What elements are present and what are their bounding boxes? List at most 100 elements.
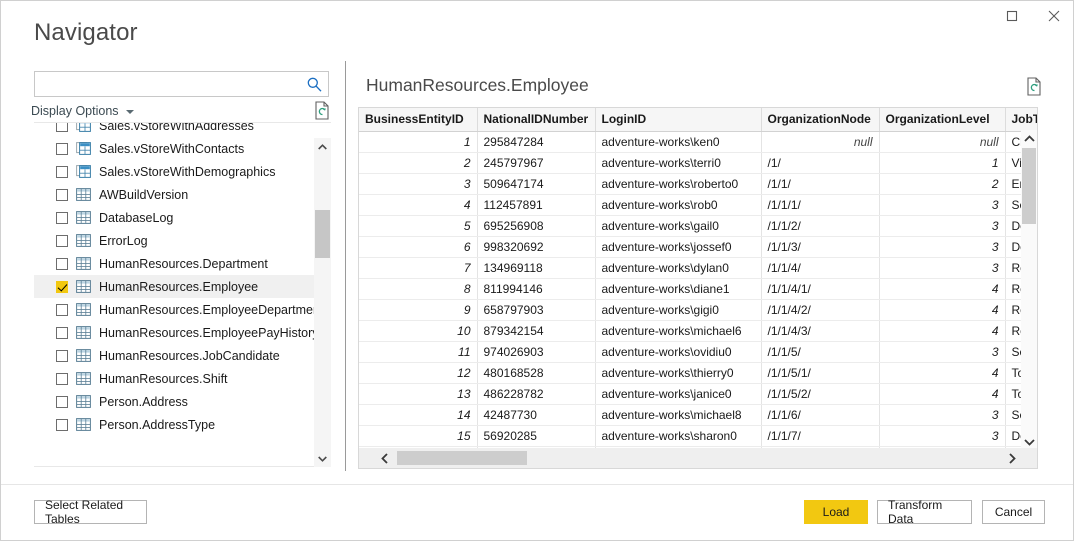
list-item[interactable]: HumanResources.EmployeePayHistory: [34, 321, 331, 344]
grid-scroll-thumb-vertical[interactable]: [1022, 148, 1036, 224]
checkbox-unchecked[interactable]: [56, 234, 68, 247]
grid-vertical-scrollbar[interactable]: [1021, 130, 1037, 450]
list-item[interactable]: DatabaseLog: [34, 206, 331, 229]
table-cell: null: [761, 131, 880, 153]
checkbox-unchecked[interactable]: [56, 211, 68, 224]
list-item[interactable]: Sales.vStoreWithContacts: [34, 137, 331, 160]
table-row[interactable]: 6 998320692 adventure-works\jossef0/1/1/3/…: [359, 236, 1037, 258]
table-row[interactable]: 4112457891adventure-works\rob0/1/1/1/3Se…: [359, 194, 1037, 216]
table-row[interactable]: 8 811994146 adventure-works\diane1/1/1/4/1…: [359, 278, 1037, 300]
table-cell: 7: [359, 257, 478, 279]
table-row[interactable]: 13 486228782 adventure-works\janice0/1/1/5…: [359, 383, 1037, 405]
search-input[interactable]: [35, 72, 303, 96]
table-row[interactable]: 5695256908adventure-works\gail0/1/1/2/3D…: [359, 215, 1037, 237]
list-item-label: ErrorLog: [99, 233, 148, 248]
table-row[interactable]: 10 879342154 adventure-works\michael6/1/1/…: [359, 320, 1037, 342]
table-row[interactable]: 3 509647174 adventure-works\roberto0/1/1/2…: [359, 173, 1037, 195]
list-item[interactable]: HumanResources.Employee: [34, 275, 331, 298]
list-item[interactable]: Person.AddressType: [34, 413, 331, 436]
table-row[interactable]: 7 134969118 adventure-works\dylan0/1/1/4/3…: [359, 257, 1037, 279]
table-cell: /1/1/4/2/: [761, 299, 880, 321]
table-cell: 13: [359, 383, 478, 405]
scroll-left-icon[interactable]: [373, 448, 395, 468]
table-row[interactable]: 11 974026903 adventure-works\ovidiu0/1/1/5…: [359, 341, 1037, 363]
table-icon: [76, 395, 91, 408]
checkbox-unchecked[interactable]: [56, 326, 68, 339]
search-icon[interactable]: [306, 76, 323, 93]
maximize-button[interactable]: [991, 1, 1033, 31]
table-icon: [76, 418, 91, 431]
list-item[interactable]: Person.Address: [34, 390, 331, 413]
checkbox-unchecked[interactable]: [56, 349, 68, 362]
table-list-inner: Sales.vStoreWithAddresses Sales.vStoreWit…: [34, 123, 331, 436]
list-vertical-scrollbar[interactable]: [314, 138, 331, 467]
refresh-document-icon[interactable]: [314, 101, 331, 120]
column-header[interactable]: OrganizationNode: [761, 108, 880, 132]
column-header[interactable]: JobTitle: [1005, 108, 1037, 132]
table-icon: [76, 326, 91, 339]
table-icon: [76, 188, 91, 201]
cancel-button[interactable]: Cancel: [982, 500, 1045, 524]
load-button[interactable]: Load: [804, 500, 868, 524]
grid-horizontal-scrollbar[interactable]: [359, 448, 1037, 468]
checkbox-unchecked[interactable]: [56, 188, 68, 201]
checkbox-unchecked[interactable]: [56, 165, 68, 178]
list-item[interactable]: HumanResources.JobCandidate: [34, 344, 331, 367]
table-cell: 3: [879, 425, 1006, 447]
table-row[interactable]: 15 56920285 adventure-works\sharon0/1/1/7/…: [359, 425, 1037, 447]
table-icon: [76, 211, 91, 224]
list-item[interactable]: HumanResources.EmployeeDepartmen...: [34, 298, 331, 321]
column-header[interactable]: NationalIDNumber: [477, 108, 596, 132]
list-item-label: Sales.vStoreWithDemographics: [99, 164, 276, 179]
preview-grid[interactable]: BusinessEntityID NationalIDNumber LoginID O…: [358, 107, 1038, 469]
table-cell: adventure-works\roberto0: [595, 173, 762, 195]
checkbox-checked[interactable]: [56, 280, 68, 293]
scroll-down-icon[interactable]: [314, 450, 331, 467]
column-header[interactable]: OrganizationLevel: [879, 108, 1006, 132]
search-box[interactable]: [34, 71, 329, 97]
scroll-right-icon[interactable]: [1001, 448, 1023, 468]
table-cell: 11: [359, 341, 478, 363]
checkbox-unchecked[interactable]: [56, 123, 68, 132]
checkbox-unchecked[interactable]: [56, 372, 68, 385]
list-item[interactable]: ErrorLog: [34, 229, 331, 252]
table-cell: adventure-works\dylan0: [595, 257, 762, 279]
table-cell: null: [879, 131, 1006, 153]
list-item[interactable]: Sales.vStoreWithAddresses: [34, 123, 331, 137]
list-item-label: Person.Address: [99, 394, 188, 409]
list-item[interactable]: HumanResources.Shift: [34, 367, 331, 390]
list-item[interactable]: HumanResources.Department: [34, 252, 331, 275]
checkbox-unchecked[interactable]: [56, 395, 68, 408]
list-scroll-thumb[interactable]: [315, 210, 330, 258]
table-row[interactable]: 1295847284adventure-works\ken0nullnullCh…: [359, 131, 1037, 153]
scroll-up-icon[interactable]: [314, 138, 331, 155]
table-cell: adventure-works\rob0: [595, 194, 762, 216]
checkbox-unchecked[interactable]: [56, 418, 68, 431]
table-cell: adventure-works\sharon0: [595, 425, 762, 447]
transform-data-button[interactable]: Transform Data: [877, 498, 972, 526]
checkbox-unchecked[interactable]: [56, 257, 68, 270]
list-item-label: HumanResources.Employee: [99, 279, 259, 294]
grid-scroll-thumb-horizontal[interactable]: [397, 451, 527, 465]
column-header[interactable]: BusinessEntityID: [359, 108, 478, 132]
checkbox-unchecked[interactable]: [56, 142, 68, 155]
table-cell: 15: [359, 425, 478, 447]
table-cell: /1/1/6/: [761, 404, 880, 426]
table-row[interactable]: 9 658797903 adventure-works\gigi0/1/1/4/2/…: [359, 299, 1037, 321]
select-related-tables-button[interactable]: Select Related Tables: [34, 498, 147, 526]
table-row[interactable]: 2245797967adventure-works\terri0/1/1Vice: [359, 152, 1037, 174]
display-options-dropdown[interactable]: Display Options: [31, 104, 134, 118]
table-cell: 3: [359, 173, 478, 195]
checkbox-unchecked[interactable]: [56, 303, 68, 316]
scroll-up-icon[interactable]: [1021, 130, 1037, 146]
refresh-document-icon[interactable]: [1026, 77, 1043, 96]
table-cell: /1/1/4/3/: [761, 320, 880, 342]
close-button[interactable]: [1033, 1, 1073, 31]
column-header[interactable]: LoginID: [595, 108, 762, 132]
table-row[interactable]: 12 480168528 adventure-works\thierry0/1/1/…: [359, 362, 1037, 384]
list-item[interactable]: Sales.vStoreWithDemographics: [34, 160, 331, 183]
list-item[interactable]: AWBuildVersion: [34, 183, 331, 206]
table-cell: /1/1/1/: [761, 194, 880, 216]
table-list[interactable]: Sales.vStoreWithAddresses Sales.vStoreWit…: [34, 122, 331, 467]
table-row[interactable]: 14 42487730 adventure-works\michael8/1/1/6…: [359, 404, 1037, 426]
